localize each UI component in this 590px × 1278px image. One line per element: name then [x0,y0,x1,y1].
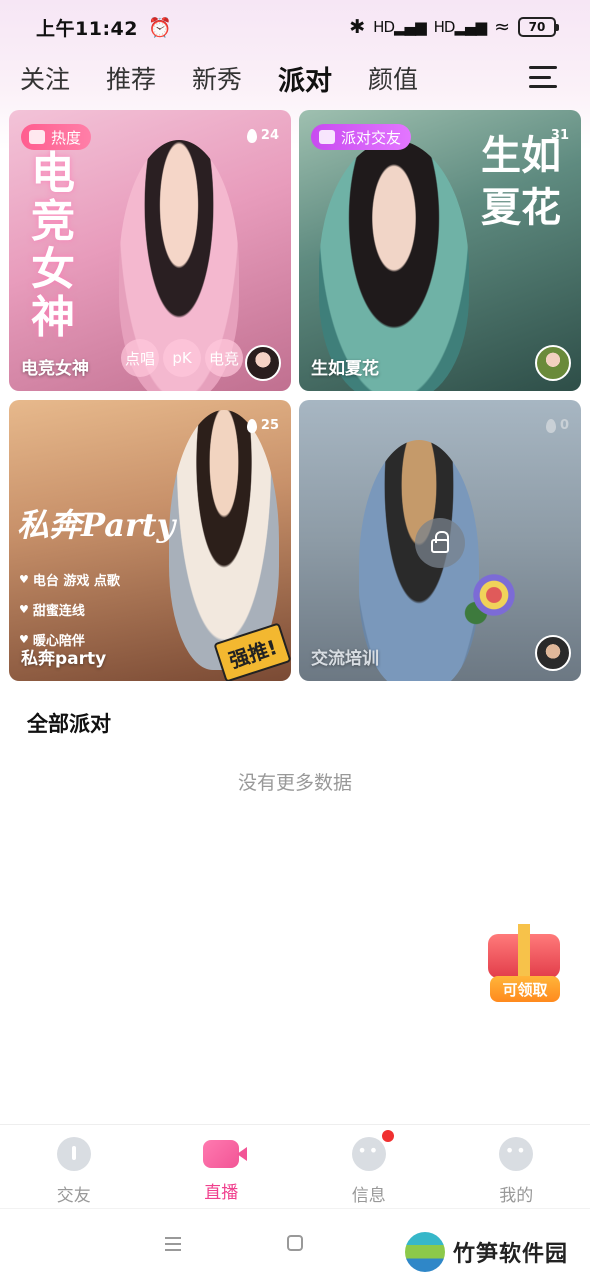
tab-newcomer[interactable]: 新秀 [192,60,242,96]
thumb-icon [29,130,45,144]
status-bar: 上午11:42 ⏰ ✱ HD▂▄▆ HD▂▄▆ ≈ 70 [0,0,590,54]
message-icon [351,1137,386,1171]
thumb-icon [319,130,335,144]
nav-label: 直播 [204,1183,239,1203]
nav-label: 交友 [56,1186,91,1206]
heat-count: 0 [545,418,569,433]
heat-count: 24 [246,128,279,143]
gift-label: 可领取 [490,976,560,1002]
card-tag: 热度 [21,124,92,150]
empty-state-text: 没有更多数据 [237,772,352,794]
card-name: 生如夏花 [311,359,379,379]
signal-label: HD [373,18,395,36]
card-cover-title: 私奔Party [17,506,176,544]
profile-icon [499,1137,534,1171]
chip: pK [163,339,201,377]
bluetooth-icon: ✱ [349,16,366,38]
gift-reward-button[interactable]: 可领取 [480,924,568,1004]
tab-party[interactable]: 派对 [278,59,332,98]
lock-icon [415,518,465,568]
flame-icon [246,418,257,433]
card-tag-label: 派对交友 [341,128,402,147]
party-card[interactable]: 电竞女神 热度 24 点唱 pK 电竞 电竞女神 [9,110,291,391]
heat-value: 25 [260,418,279,433]
party-card[interactable]: 私奔Party 电台 游戏 点歌 甜蜜连线 暖心陪伴 25 强推! 私奔part… [9,400,291,681]
nav-item-friends[interactable]: 交友 [0,1125,148,1208]
flame-icon [246,128,257,143]
signal-label-2: HD [433,18,456,36]
card-name: 交流培训 [311,649,379,669]
heat-count: 31 [551,128,569,143]
section-title: 全部派对 [27,712,111,736]
signal-icon: HD▂▄▆ [373,18,426,36]
nav-label: 我的 [499,1186,534,1206]
flame-icon [545,418,556,433]
avatar [535,635,571,671]
card-tag-label: 热度 [51,128,82,147]
heat-count: 25 [246,418,279,433]
tab-follow[interactable]: 关注 [20,60,70,96]
feature-item: 甜蜜连线 [19,600,120,619]
nav-item-live[interactable]: 直播 [148,1125,296,1208]
tab-looks[interactable]: 颜值 [368,60,418,96]
watermark-text: 竹笋软件园 [453,1242,569,1267]
live-camera-icon [203,1140,248,1168]
avatar [535,345,571,381]
friend-icon [56,1137,91,1171]
card-chips: 点唱 pK 电竞 [121,339,243,377]
watermark: 竹笋软件园 [405,1232,568,1272]
status-time: 上午11:42 [36,17,138,40]
chip: 点唱 [121,339,159,377]
tab-recommend[interactable]: 推荐 [106,60,156,96]
card-cover-title: 生如夏花 [481,133,561,231]
heat-value: 24 [260,128,279,143]
signal-icon-2: HD▂▄▆ [433,18,487,36]
alarm-icon: ⏰ [147,16,172,39]
bottom-nav: 交友 直播 信息 我的 [0,1124,590,1208]
nav-item-messages[interactable]: 信息 [295,1125,443,1208]
card-name: 私奔party [21,649,107,669]
party-card[interactable]: 生如夏花 派对交友 31 生如夏花 [299,110,581,391]
notification-dot [382,1130,394,1142]
heat-value: 0 [559,418,569,433]
avatar [245,345,281,381]
card-tag: 派对交友 [311,124,412,150]
home-icon[interactable] [287,1235,303,1251]
card-cover-title: 电竞女神 [31,148,75,343]
recent-apps-icon[interactable] [165,1237,181,1251]
flower-bouquet [449,550,539,640]
wifi-icon: ≈ [494,16,510,38]
watermark-logo [405,1232,445,1272]
battery-icon: 70 [518,17,559,37]
chip: 电竞 [205,339,243,377]
feature-item: 电台 游戏 点歌 [19,570,120,589]
top-tabs: 关注 推荐 新秀 派对 颜值 [0,54,590,102]
nav-item-mine[interactable]: 我的 [443,1125,590,1208]
card-name: 电竞女神 [21,359,89,379]
heat-value: 31 [550,128,569,143]
menu-icon[interactable] [529,66,557,88]
gift-box-icon [488,924,560,978]
party-card[interactable]: 0 交流培训 [299,400,581,681]
nav-label: 信息 [351,1186,386,1206]
